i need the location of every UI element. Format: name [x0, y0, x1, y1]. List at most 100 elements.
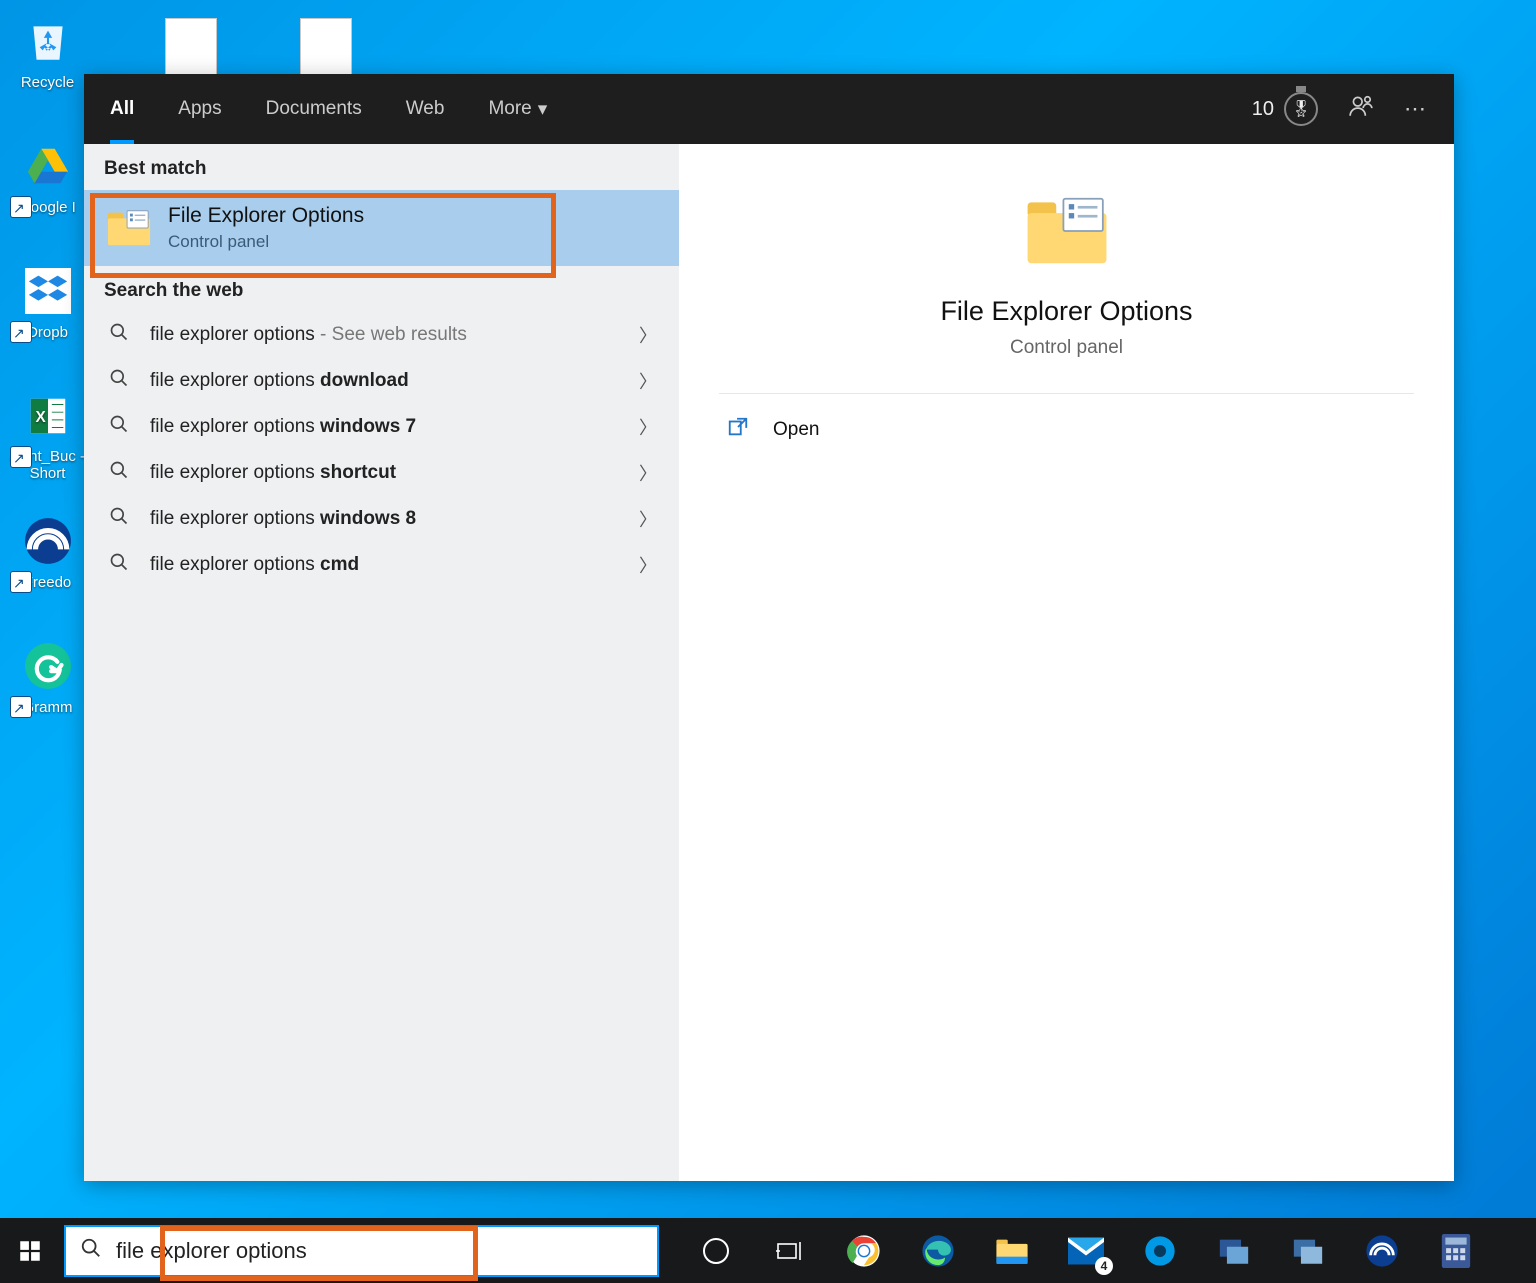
chevron-right-icon: 〉	[639, 552, 657, 578]
chevron-right-icon: 〉	[639, 506, 657, 532]
section-best-match: Best match	[84, 144, 679, 190]
taskbar-app-edge[interactable]	[901, 1218, 975, 1283]
best-match-subtitle: Control panel	[168, 232, 364, 252]
grammarly-icon	[19, 637, 77, 695]
groove-icon	[1144, 1235, 1176, 1267]
desktop-file-icon[interactable]	[300, 18, 352, 82]
desktop-icon-excel-shortcut[interactable]: X Joint_Buc - Short	[0, 381, 95, 506]
chevron-right-icon: 〉	[639, 414, 657, 440]
desktop-icon-label: Gramm	[23, 699, 73, 716]
recycle-bin-icon	[19, 12, 77, 70]
desktop-icon-grammarly[interactable]: Gramm	[0, 631, 95, 756]
folder-options-icon	[1024, 192, 1110, 270]
web-result-label: file explorer options cmd	[150, 554, 621, 576]
medal-icon: 🎖	[1284, 92, 1318, 126]
desktop-icon-label: Joint_Buc - Short	[0, 449, 95, 482]
taskbar-app-generic-2[interactable]	[1271, 1218, 1345, 1283]
svg-text:X: X	[35, 409, 46, 426]
web-result-label: file explorer options windows 8	[150, 508, 621, 530]
task-view-button[interactable]	[753, 1218, 827, 1283]
rewards-points-value: 10	[1252, 98, 1274, 121]
excel-icon: X	[19, 387, 77, 445]
web-result-item[interactable]: file explorer options windows 8 〉	[84, 496, 679, 542]
search-results-pane: Best match File Explorer Options Control…	[84, 144, 679, 1181]
chevron-right-icon: 〉	[639, 460, 657, 486]
desktop-icon-label: Recycle	[21, 74, 74, 91]
task-view-icon	[776, 1240, 804, 1262]
file-explorer-icon	[995, 1236, 1029, 1266]
web-result-label: file explorer options - See web results	[150, 324, 621, 346]
account-icon[interactable]	[1348, 93, 1374, 125]
desktop-icon-label: Freedo	[24, 574, 72, 591]
tab-more-label: More	[488, 98, 531, 120]
desktop-icon-dropbox[interactable]: Dropb	[0, 256, 95, 381]
tab-documents[interactable]: Documents	[246, 74, 382, 144]
cortana-button[interactable]	[679, 1218, 753, 1283]
chevron-down-icon: ▾	[538, 98, 548, 121]
section-search-web: Search the web	[84, 266, 679, 312]
search-icon	[106, 368, 132, 394]
desktop-file-icon[interactable]	[165, 18, 217, 82]
taskbar-app-generic-1[interactable]	[1197, 1218, 1271, 1283]
detail-title: File Explorer Options	[940, 296, 1192, 327]
folder-options-icon	[106, 208, 152, 248]
chevron-right-icon: 〉	[639, 322, 657, 348]
start-search-flyout: All Apps Documents Web More ▾ 10 🎖 ⋯ Bes…	[84, 74, 1454, 1181]
search-icon	[106, 322, 132, 348]
tab-web[interactable]: Web	[386, 74, 465, 144]
taskbar-app-calculator[interactable]	[1419, 1218, 1493, 1283]
web-result-label: file explorer options download	[150, 370, 621, 392]
tab-more[interactable]: More ▾	[468, 74, 567, 144]
web-result-item[interactable]: file explorer options windows 7〉	[84, 404, 679, 450]
tab-all[interactable]: All	[90, 74, 154, 144]
desktop-icon-recycle-bin[interactable]: Recycle	[0, 6, 95, 131]
tab-apps[interactable]: Apps	[158, 74, 241, 144]
taskbar: 4	[0, 1218, 1536, 1283]
web-result-item[interactable]: file explorer options shortcut 〉	[84, 450, 679, 496]
search-icon	[106, 460, 132, 486]
taskbar-search-box[interactable]	[64, 1225, 659, 1277]
web-result-item[interactable]: file explorer options cmd 〉	[84, 542, 679, 588]
search-icon	[106, 552, 132, 578]
app-icon	[1217, 1236, 1251, 1266]
edge-icon	[921, 1234, 955, 1268]
search-icon	[106, 506, 132, 532]
taskbar-app-chrome[interactable]	[827, 1218, 901, 1283]
taskbar-app-mail[interactable]: 4	[1049, 1218, 1123, 1283]
search-icon	[106, 414, 132, 440]
chrome-icon	[847, 1234, 881, 1268]
search-icon	[80, 1237, 102, 1265]
detail-action-open[interactable]: Open	[679, 394, 1454, 466]
cortana-icon	[703, 1238, 729, 1264]
app-icon	[1291, 1236, 1325, 1266]
desktop-icon-label: Dropb	[27, 324, 68, 341]
taskbar-app-file-explorer[interactable]	[975, 1218, 1049, 1283]
detail-action-label: Open	[773, 419, 819, 441]
calculator-icon	[1441, 1234, 1471, 1268]
dropbox-icon	[19, 262, 77, 320]
open-icon	[727, 416, 751, 444]
desktop-icon-label: Google I	[19, 199, 76, 216]
best-match-result[interactable]: File Explorer Options Control panel	[84, 190, 679, 266]
search-detail-pane: File Explorer Options Control panel Open	[679, 144, 1454, 1181]
start-button[interactable]	[0, 1218, 60, 1283]
detail-subtitle: Control panel	[1010, 337, 1123, 359]
taskbar-app-freedome[interactable]	[1345, 1218, 1419, 1283]
best-match-title: File Explorer Options	[168, 204, 364, 228]
desktop-icon-google-drive[interactable]: Google I	[0, 131, 95, 256]
google-drive-icon	[19, 137, 77, 195]
freedome-icon	[19, 512, 77, 570]
more-options-icon[interactable]: ⋯	[1404, 96, 1426, 122]
search-scope-tabs: All Apps Documents Web More ▾ 10 🎖 ⋯	[84, 74, 1454, 144]
web-result-item[interactable]: file explorer options - See web results 〉	[84, 312, 679, 358]
web-result-label: file explorer options shortcut	[150, 462, 621, 484]
chevron-right-icon: 〉	[639, 368, 657, 394]
rewards-points[interactable]: 10 🎖	[1252, 92, 1318, 126]
web-result-item[interactable]: file explorer options download 〉	[84, 358, 679, 404]
mail-badge: 4	[1095, 1257, 1113, 1275]
taskbar-app-groove[interactable]	[1123, 1218, 1197, 1283]
search-input[interactable]	[116, 1238, 643, 1264]
freedome-icon	[1365, 1234, 1399, 1268]
taskbar-pinned-apps: 4	[679, 1218, 1493, 1283]
desktop-icon-freedome[interactable]: Freedo	[0, 506, 95, 631]
